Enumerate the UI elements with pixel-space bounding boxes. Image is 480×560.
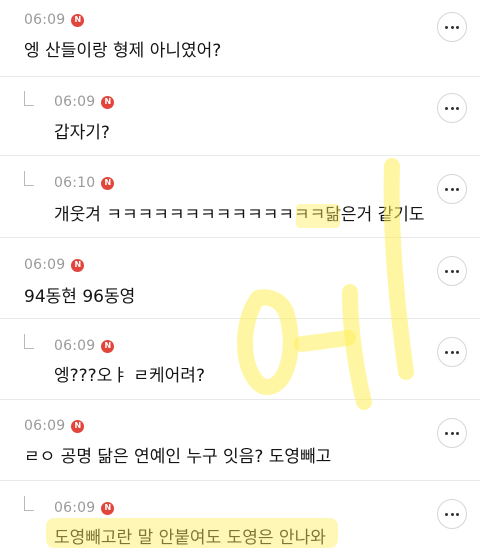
more-options-button[interactable] — [437, 93, 467, 123]
comment-text: 94동현 96동영 — [24, 287, 136, 307]
comment-text: 갑자기? — [54, 123, 110, 143]
comment-item: 06:09 N 엥 산들이랑 형제 아니였어? — [0, 0, 480, 76]
comment-timestamp: 06:09 — [24, 257, 66, 273]
new-badge: N — [71, 13, 85, 27]
new-badge: N — [101, 501, 115, 515]
more-options-button[interactable] — [437, 174, 467, 204]
comment-item: 06:09 N 94동현 96동영 — [0, 238, 480, 318]
comment-text: 엥 산들이랑 형제 아니였어? — [24, 41, 222, 61]
comment-item: 06:09 N ㄹㅇ 공명 닮은 연예인 누구 잇음? 도영빼고 — [0, 400, 480, 480]
reply-arrow-icon — [24, 171, 34, 186]
comment-meta: 06:09 N — [54, 500, 115, 516]
comment-timestamp: 06:09 — [24, 12, 66, 28]
comment-meta: 06:09 N — [54, 338, 115, 354]
comment-text: 도영빼고란 말 안붙여도 도영은 안나와 — [54, 528, 326, 548]
comment-timestamp: 06:10 — [54, 175, 96, 191]
comment-timestamp: 06:09 — [54, 94, 96, 110]
reply-item: 06:09 N 도영빼고란 말 안붙여도 도영은 안나와 — [0, 481, 480, 560]
comment-text: 개웃겨 ㅋㅋㅋㅋㅋㅋㅋㅋㅋㅋㅋㅋㅋㅋ닮은거 같기도 — [54, 205, 425, 225]
new-badge: N — [71, 258, 85, 272]
more-options-button[interactable] — [437, 12, 467, 42]
comment-text: ㄹㅇ 공명 닮은 연예인 누구 잇음? 도영빼고 — [24, 447, 332, 467]
reply-arrow-icon — [24, 334, 34, 349]
reply-arrow-icon — [24, 91, 34, 106]
new-badge: N — [101, 95, 115, 109]
comment-meta: 06:09 N — [24, 418, 85, 434]
new-badge: N — [101, 339, 115, 353]
comment-meta: 06:09 N — [24, 257, 85, 273]
comment-meta: 06:10 N — [54, 175, 115, 191]
new-badge: N — [101, 176, 115, 190]
more-options-button[interactable] — [437, 418, 467, 448]
comment-timestamp: 06:09 — [54, 338, 96, 354]
comment-timestamp: 06:09 — [24, 418, 66, 434]
reply-item: 06:10 N 개웃겨 ㅋㅋㅋㅋㅋㅋㅋㅋㅋㅋㅋㅋㅋㅋ닮은거 같기도 — [0, 156, 480, 237]
reply-item: 06:09 N 엥???오ㅑ ㄹ케어려? — [0, 319, 480, 399]
comment-timestamp: 06:09 — [54, 500, 96, 516]
reply-item: 06:09 N 갑자기? — [0, 77, 480, 155]
comment-meta: 06:09 N — [24, 12, 85, 28]
new-badge: N — [71, 419, 85, 433]
more-options-button[interactable] — [437, 337, 467, 367]
more-options-button[interactable] — [437, 256, 467, 286]
more-options-button[interactable] — [437, 499, 467, 529]
reply-arrow-icon — [24, 496, 34, 511]
comment-text: 엥???오ㅑ ㄹ케어려? — [54, 366, 205, 386]
comment-meta: 06:09 N — [54, 94, 115, 110]
